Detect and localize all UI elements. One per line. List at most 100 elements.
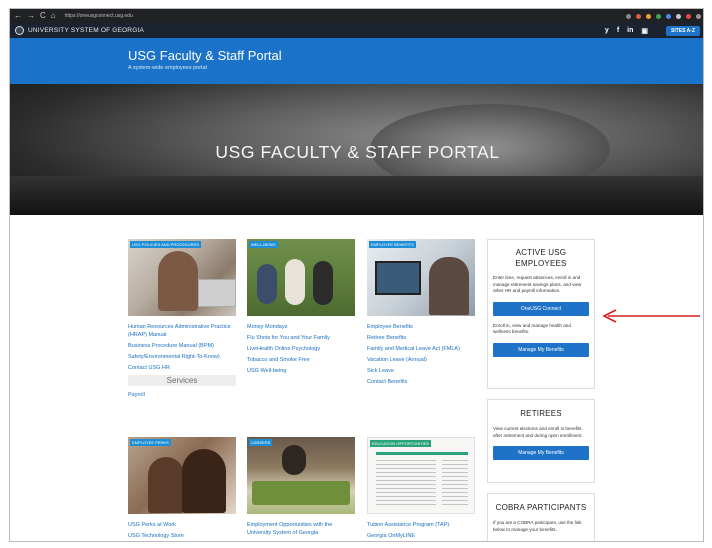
link-employee-benefits[interactable]: Employee Benefits: [367, 323, 475, 331]
services-heading: Services: [128, 375, 236, 386]
hero-keyboard-image: [10, 176, 703, 215]
hero-title: USG FACULTY & STAFF PORTAL: [215, 142, 500, 162]
usg-system-bar: UNIVERSITY SYSTEM OF GEORGIA y f in ▣ SI…: [10, 23, 703, 38]
woman-figure: [182, 449, 226, 513]
education-tag: EDUCATION OPPORTUNITIES: [370, 440, 431, 447]
cobra-description: If you are a COBRA participant, use the …: [493, 520, 582, 532]
wellbeing-links: Money Mondays Flu Shots for You and Your…: [247, 323, 355, 378]
policies-image[interactable]: USG POLICIES AND PROCEDURES: [128, 239, 236, 316]
careers-tag: CAREERS: [249, 439, 273, 446]
benefits-image[interactable]: EMPLOYEE BENEFITS: [367, 239, 475, 316]
person-figure: [257, 264, 277, 304]
link-hrap-manual[interactable]: Human Resources Administrative Practice …: [128, 323, 236, 339]
document-lines: [442, 460, 468, 506]
child-figure: [148, 457, 184, 513]
address-bar[interactable]: https://oneusgconnect.usg.edu: [65, 13, 133, 19]
sites-button[interactable]: SITES A-Z: [666, 25, 700, 36]
link-money-mondays[interactable]: Money Mondays: [247, 323, 355, 331]
manage-my-benefits-button[interactable]: Manage My Benefits: [493, 342, 589, 357]
education-image[interactable]: EDUCATION OPPORTUNITIES: [367, 437, 475, 514]
cobra-title: COBRA PARTICIPANTS: [495, 503, 587, 512]
extension-icon[interactable]: [686, 13, 691, 19]
facebook-icon[interactable]: f: [617, 27, 619, 34]
link-sick-leave[interactable]: Sick Leave: [367, 367, 475, 375]
portal-subtitle: A system-wide employees portal: [128, 65, 207, 71]
careers-image[interactable]: CAREERS: [247, 437, 355, 514]
retirees-description: View current elections and enroll in ben…: [493, 426, 583, 438]
benefits-links: Employee Benefits Retiree Benefits Famil…: [367, 323, 475, 389]
hero-banner: USG FACULTY & STAFF PORTAL: [10, 84, 703, 215]
wellbeing-tag: WELL-BEING: [249, 241, 278, 248]
cobra-panel: COBRA PARTICIPANTS If you are a COBRA pa…: [487, 493, 595, 541]
extension-icon[interactable]: [646, 13, 651, 19]
food-counter: [252, 481, 350, 505]
link-bpm[interactable]: Business Procedure Manual (BPM): [128, 342, 236, 350]
link-vacation-leave[interactable]: Vacation Leave (Annual): [367, 356, 475, 364]
extension-icon[interactable]: [636, 13, 641, 19]
link-flu-shots[interactable]: Flu Shots for You and Your Family: [247, 334, 355, 342]
oneusg-connect-button[interactable]: OneUSG Connect: [493, 301, 589, 316]
reload-icon[interactable]: C: [40, 9, 46, 23]
laptop-figure: [198, 279, 236, 307]
link-tobacco-free[interactable]: Tobacco and Smoke Free: [247, 356, 355, 364]
link-retiree-benefits[interactable]: Retiree Benefits: [367, 334, 475, 342]
main-content: USG POLICIES AND PROCEDURES Human Resour…: [10, 215, 703, 541]
wellbeing-image[interactable]: WELL-BEING: [247, 239, 355, 316]
screenshot-frame: ← → C ⌂ https://oneusgconnect.usg.edu UN…: [0, 0, 712, 548]
system-name[interactable]: UNIVERSITY SYSTEM OF GEORGIA: [28, 27, 144, 34]
link-contact-hr[interactable]: Contact USG HR: [128, 364, 236, 372]
instagram-icon[interactable]: ▣: [641, 27, 648, 35]
health-benefits-description: Enroll in, view and manage health and we…: [493, 322, 571, 335]
linkedin-icon[interactable]: in: [627, 27, 633, 34]
active-employees-panel: ACTIVE USG EMPLOYEES Enter time, request…: [487, 239, 595, 389]
link-contact-benefits[interactable]: Contact Benefits: [367, 378, 475, 386]
education-links: Tuition Assistance Program (TAP) Georgia…: [367, 521, 475, 541]
retirees-panel: RETIREES View current elections and enro…: [487, 399, 595, 483]
link-fmla[interactable]: Family and Medical Leave Act (FMLA): [367, 345, 475, 353]
browser-toolbar: ← → C ⌂ https://oneusgconnect.usg.edu: [10, 9, 703, 23]
policies-tag: USG POLICIES AND PROCEDURES: [130, 241, 201, 248]
woman-figure: [158, 251, 198, 311]
extension-icon[interactable]: [666, 13, 671, 19]
person-figure: [285, 259, 305, 305]
browser-window: ← → C ⌂ https://oneusgconnect.usg.edu UN…: [9, 8, 704, 542]
star-icon[interactable]: [626, 13, 631, 19]
red-arrow-annotation: [602, 309, 700, 323]
person-figure: [429, 257, 469, 315]
monitor-figure: [375, 261, 421, 295]
extension-icon[interactable]: [676, 13, 681, 19]
perks-tag: EMPLOYEE PERKS: [130, 439, 171, 446]
twitter-icon[interactable]: y: [605, 27, 609, 34]
link-livehealth[interactable]: LiveHealth Online Psychology: [247, 345, 355, 353]
chef-figure: [282, 445, 306, 475]
back-icon[interactable]: ←: [14, 9, 22, 23]
link-tuition-assistance[interactable]: Tuition Assistance Program (TAP): [367, 521, 475, 529]
policies-links: Human Resources Administrative Practice …: [128, 323, 236, 402]
portal-header: USG Faculty & Staff Portal A system-wide…: [10, 38, 703, 84]
active-employees-title: ACTIVE USG EMPLOYEES: [515, 248, 567, 268]
person-figure: [313, 261, 333, 305]
link-technology-store[interactable]: USG Technology Store: [128, 532, 236, 540]
document-lines: [376, 460, 436, 506]
retirees-manage-benefits-button[interactable]: Manage My Benefits: [493, 446, 589, 460]
careers-links: Employment Opportunities with the Univer…: [247, 521, 355, 540]
link-employment-opportunities[interactable]: Employment Opportunities with the Univer…: [247, 521, 355, 537]
link-georgia-onmyline[interactable]: Georgia OnMyLINE: [367, 532, 475, 540]
forward-icon[interactable]: →: [27, 9, 35, 23]
link-perks-at-work[interactable]: USG Perks at Work: [128, 521, 236, 529]
benefits-tag: EMPLOYEE BENEFITS: [369, 241, 416, 248]
home-icon[interactable]: ⌂: [51, 9, 56, 23]
link-payroll[interactable]: Payroll: [128, 391, 236, 399]
link-usg-wellbeing[interactable]: USG Well-being: [247, 367, 355, 375]
perks-image[interactable]: EMPLOYEE PERKS: [128, 437, 236, 514]
portal-title[interactable]: USG Faculty & Staff Portal: [128, 48, 282, 63]
perks-links: USG Perks at Work USG Technology Store: [128, 521, 236, 541]
document-header-bar: [376, 452, 468, 455]
social-links: y f in ▣ SITES A-Z: [605, 25, 700, 36]
usg-seal-icon[interactable]: [15, 26, 24, 35]
link-safety[interactable]: Safety/Environmental Right-To-Know): [128, 353, 236, 361]
active-employees-description: Enter time, request absences, enroll in …: [493, 275, 582, 293]
extension-icon[interactable]: [656, 13, 661, 19]
profile-icon[interactable]: [696, 13, 701, 19]
retirees-title: RETIREES: [520, 409, 562, 418]
